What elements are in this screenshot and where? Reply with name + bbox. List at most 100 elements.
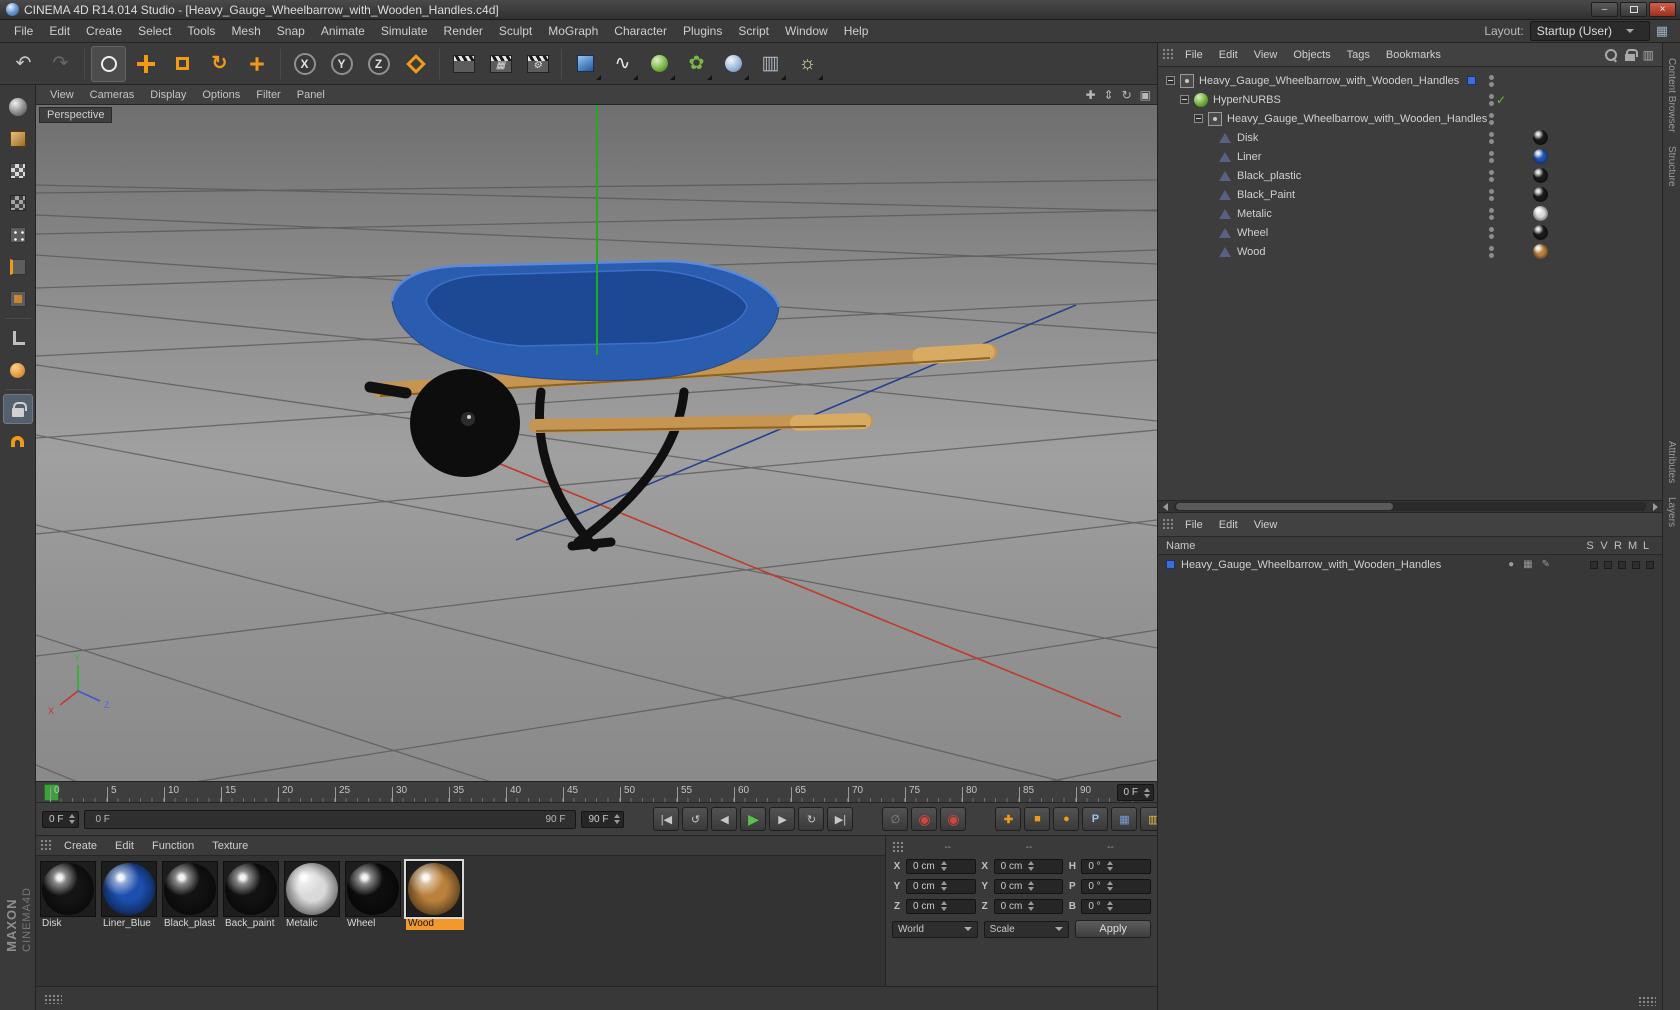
scrollbar-track[interactable] [1174, 502, 1646, 511]
redo-button[interactable]: ↷ [43, 46, 78, 82]
menu-item[interactable]: Snap [269, 21, 313, 41]
menu-item[interactable]: Animate [313, 21, 373, 41]
material-item[interactable]: Wheel [345, 861, 403, 930]
rotate-view-icon[interactable]: ↻ [1122, 88, 1132, 102]
menu-item[interactable]: Sculpt [491, 21, 540, 41]
visibility-dots-icon[interactable] [1489, 93, 1494, 106]
collapse-icon[interactable] [1194, 114, 1203, 123]
menu-item[interactable]: Render [436, 21, 491, 41]
texture-tag-icon[interactable] [1533, 168, 1548, 183]
menu-item[interactable]: File [6, 21, 41, 41]
render-settings-button[interactable]: ⚙ [520, 46, 555, 82]
visibility-dots-icon[interactable] [1489, 169, 1494, 182]
pan-view-icon[interactable]: ✚ [1085, 88, 1095, 102]
record-parameter-toggle[interactable]: P [1082, 807, 1109, 831]
position-field[interactable]: 0 cm [906, 898, 976, 914]
viewport-menu-item[interactable]: Display [142, 87, 194, 103]
lock-toggle[interactable] [1646, 560, 1654, 569]
timeline-range-slider[interactable]: 0 F 90 F [84, 809, 577, 829]
visibility-dots-icon[interactable] [1489, 150, 1494, 163]
size-field[interactable]: 0 cm [993, 898, 1064, 914]
panel-handle-icon[interactable] [44, 993, 62, 1004]
render-view-button[interactable] [446, 46, 481, 82]
make-editable-button[interactable] [3, 92, 33, 122]
viewport-menu-item[interactable]: Options [194, 87, 248, 103]
material-menu-item[interactable]: Texture [203, 838, 257, 854]
add-spline-menu[interactable]: ∿ [605, 46, 640, 82]
coordinate-mode-dropdown[interactable]: Scale [983, 920, 1070, 938]
texture-tag-icon[interactable] [1533, 244, 1548, 259]
visibility-dots-icon[interactable] [1489, 245, 1494, 258]
visibility-dots-icon[interactable] [1489, 74, 1494, 87]
object-manager-scrollbar[interactable] [1158, 500, 1662, 513]
material-menu-item[interactable]: Function [143, 838, 203, 854]
tree-row[interactable]: Black_plastic ✓ [1158, 166, 1662, 185]
object-manager-menu-item[interactable]: Bookmarks [1378, 46, 1449, 64]
dock-icon[interactable]: ▥ [1643, 48, 1654, 62]
visibility-dots-icon[interactable] [1489, 112, 1494, 125]
visibility-dots-icon[interactable] [1489, 226, 1494, 239]
scroll-right-icon[interactable] [1648, 501, 1662, 512]
enable-axis-button[interactable] [3, 323, 33, 353]
object-manager-menu-item[interactable]: Objects [1285, 46, 1338, 64]
add-subdivision-menu[interactable] [642, 46, 677, 82]
range-end-field[interactable]: 90 F [581, 810, 625, 828]
layer-menu-item[interactable]: Edit [1211, 516, 1246, 534]
viewport-menu-item[interactable]: View [42, 87, 82, 103]
menu-item[interactable]: Simulate [373, 21, 436, 41]
rotate-tool[interactable]: ↻ [202, 46, 237, 82]
object-manager-menu-item[interactable]: Edit [1211, 46, 1246, 64]
next-frame-button[interactable]: ▶ [769, 807, 796, 831]
search-icon[interactable] [1604, 48, 1617, 61]
workplane-mode-button[interactable] [3, 188, 33, 218]
menu-item[interactable]: Edit [41, 21, 78, 41]
add-mograph-menu[interactable]: ✿ [679, 46, 714, 82]
axis-center-button[interactable] [3, 355, 33, 385]
tree-row[interactable]: Black_Paint ✓ [1158, 185, 1662, 204]
toggle-view-icon[interactable]: ▣ [1140, 88, 1151, 102]
render-icon[interactable]: ▦ [1523, 559, 1532, 570]
titlebar[interactable]: CINEMA 4D R14.014 Studio - [Heavy_Gauge_… [0, 0, 1680, 20]
record-keyframe-button[interactable]: ◉ [911, 807, 938, 831]
undo-button[interactable]: ↶ [6, 46, 41, 82]
material-item[interactable]: Black_plast [162, 861, 220, 930]
move-tool[interactable] [128, 46, 163, 82]
apply-button[interactable]: Apply [1075, 920, 1152, 938]
tab-content-browser[interactable]: Content Browser [1666, 51, 1677, 139]
layout-grid-icon[interactable]: ▦ [1656, 23, 1668, 39]
add-camera-menu[interactable]: ▥ [753, 46, 788, 82]
tree-row[interactable]: Heavy_Gauge_Wheelbarrow_with_Wooden_Hand… [1158, 71, 1662, 90]
tab-layers[interactable]: Layers [1666, 490, 1677, 534]
menu-item[interactable]: Window [777, 21, 836, 41]
add-cube-menu[interactable] [568, 46, 603, 82]
lock-y-axis-button[interactable]: Y [324, 46, 359, 82]
tree-row[interactable]: Wood ✓ [1158, 242, 1662, 261]
texture-tag-icon[interactable] [1533, 130, 1548, 145]
add-light-menu[interactable]: ☼ [790, 46, 825, 82]
rotation-field[interactable]: 0 ° [1081, 898, 1152, 914]
wheelbarrow-model[interactable] [364, 259, 998, 552]
material-item[interactable]: Back_paint [223, 861, 281, 930]
menu-item[interactable]: Character [606, 21, 675, 41]
material-item[interactable]: Wood [404, 859, 464, 930]
keyframe-selection-button[interactable]: ▦ [1111, 807, 1138, 831]
size-field[interactable]: 0 cm [993, 858, 1064, 874]
play-reverse-button[interactable]: ↺ [682, 807, 709, 831]
layer-color-chip[interactable] [1467, 76, 1476, 85]
texture-mode-button[interactable] [3, 156, 33, 186]
play-button[interactable]: ▶ [740, 807, 767, 831]
menu-item[interactable]: Mesh [223, 21, 268, 41]
menu-item[interactable]: Plugins [675, 21, 730, 41]
texture-tag-icon[interactable] [1533, 187, 1548, 202]
material-item[interactable]: Liner_Blue [101, 861, 159, 930]
scale-tool[interactable] [165, 46, 200, 82]
menu-item[interactable]: Select [130, 21, 179, 41]
autokey-button[interactable]: ◉ [940, 807, 967, 831]
collapse-icon[interactable] [1166, 76, 1175, 85]
edges-mode-button[interactable] [3, 252, 33, 282]
layer-color-chip[interactable] [1166, 560, 1175, 569]
tree-row[interactable]: Liner ✓ [1158, 147, 1662, 166]
close-button[interactable]: × [1649, 2, 1676, 17]
layer-menu-item[interactable]: View [1246, 516, 1286, 534]
material-menu-item[interactable]: Edit [106, 838, 143, 854]
